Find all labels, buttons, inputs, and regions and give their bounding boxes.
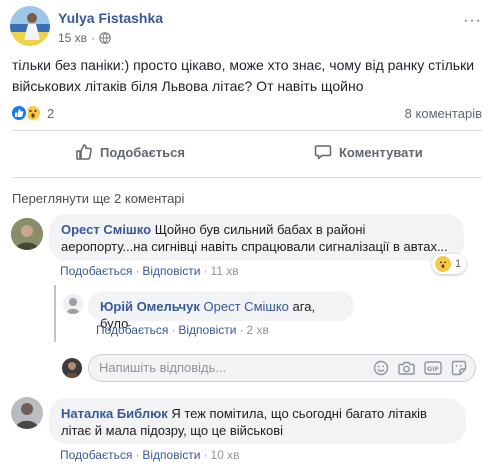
- reply-thread-line: [54, 285, 56, 342]
- gif-icon[interactable]: GIF: [424, 360, 442, 376]
- comment-reply-link[interactable]: Відповісти: [142, 448, 200, 462]
- more-options-icon[interactable]: ···: [463, 12, 482, 30]
- dot-separator: ·: [91, 31, 96, 45]
- reply-bubble: Юрій Омельчук Орест Смішко ага, було: [88, 291, 354, 331]
- comment-avatar[interactable]: [11, 218, 43, 250]
- author-avatar[interactable]: [10, 6, 50, 46]
- like-reaction-icon: [10, 104, 28, 122]
- comment-bubble: Наталка Библюк Я теж помітила, що сьогод…: [49, 398, 466, 444]
- comment-button[interactable]: Коментувати: [314, 143, 423, 161]
- reaction-count: 2: [47, 105, 55, 121]
- dot-separator: ·: [203, 264, 208, 278]
- dot-separator: ·: [135, 448, 140, 462]
- sticker-icon[interactable]: [451, 360, 467, 376]
- reply-time[interactable]: 2 хв: [246, 323, 268, 337]
- globe-icon: [99, 32, 111, 44]
- divider: [12, 130, 482, 131]
- comment-actions: Подобається · Відповісти · 11 хв: [60, 264, 239, 278]
- post-time-text[interactable]: 15 хв: [58, 31, 87, 45]
- thumbs-up-icon: [76, 144, 92, 160]
- like-button[interactable]: Подобається: [75, 143, 185, 161]
- current-user-avatar: [62, 358, 82, 378]
- comment-like-link[interactable]: Подобається: [60, 264, 132, 278]
- comment-bubble: Орест Смішко Щойно був сильний бабах в р…: [49, 214, 464, 261]
- comment-reaction-count: 1: [455, 258, 462, 270]
- post-header: Yulya Fistashka 15 хв · ···: [10, 6, 484, 46]
- dot-separator: ·: [171, 323, 176, 337]
- reply-input-tools: GIF: [373, 360, 467, 376]
- svg-text:GIF: GIF: [427, 365, 439, 373]
- comment-time[interactable]: 11 хв: [210, 264, 238, 278]
- comment-author-name[interactable]: Орест Смішко: [61, 222, 151, 237]
- reply-mention[interactable]: Орест Смішко: [204, 299, 289, 314]
- dot-separator: ·: [135, 264, 140, 278]
- camera-icon[interactable]: [398, 360, 415, 376]
- comment-avatar[interactable]: [11, 397, 43, 429]
- comment-author-name[interactable]: Наталка Библюк: [61, 406, 168, 421]
- comment-time[interactable]: 10 хв: [210, 448, 239, 462]
- reply-avatar[interactable]: [63, 294, 83, 314]
- reply-author-name[interactable]: Юрій Омельчук: [100, 299, 200, 314]
- view-more-comments-link[interactable]: Переглянути ще 2 коментарі: [12, 191, 184, 206]
- post-author-name[interactable]: Yulya Fistashka: [58, 10, 163, 26]
- wow-reaction-icon: [435, 256, 451, 272]
- like-button-label: Подобається: [100, 144, 185, 160]
- comment-reaction-badge[interactable]: 1: [432, 254, 467, 274]
- post-timestamp: 15 хв ·: [58, 31, 111, 45]
- comment-actions: Подобається · Відповісти · 10 хв: [60, 448, 240, 462]
- post-text: тільки без паніки:) просто цікаво, може …: [12, 57, 475, 94]
- reply-reply-link[interactable]: Відповісти: [178, 323, 236, 337]
- reply-input-box[interactable]: GIF: [88, 354, 476, 382]
- dot-separator: ·: [203, 448, 208, 462]
- comment-button-label: Коментувати: [339, 144, 423, 160]
- reply-input[interactable]: [99, 360, 289, 375]
- comments-count[interactable]: 8 коментарів: [405, 106, 482, 121]
- reply-like-link[interactable]: Подобається: [96, 323, 168, 337]
- post-reactions[interactable]: 2: [10, 104, 54, 122]
- emoji-icon[interactable]: [373, 360, 389, 376]
- speech-bubble-icon: [314, 145, 332, 160]
- reply-actions: Подобається · Відповісти · 2 хв: [96, 323, 269, 337]
- comment-like-link[interactable]: Подобається: [60, 448, 132, 462]
- comment-reply-link[interactable]: Відповісти: [142, 264, 200, 278]
- divider: [12, 177, 482, 178]
- dot-separator: ·: [239, 323, 244, 337]
